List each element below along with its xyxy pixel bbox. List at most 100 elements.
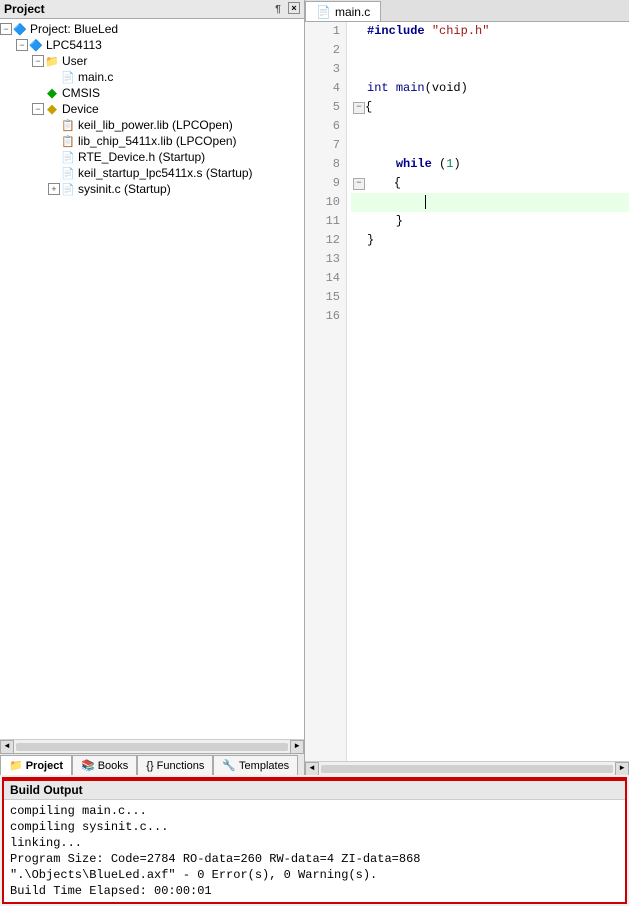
tree-label-rte-device: RTE_Device.h (Startup) <box>78 150 205 164</box>
tree-item-sysinit[interactable]: +📄sysinit.c (Startup) <box>0 181 304 197</box>
tab-label-functions-tab: Functions <box>157 760 205 772</box>
project-tab-templates-tab[interactable]: 🔧Templates <box>213 755 298 775</box>
tree-icon-keil-lib-power: 📋 <box>60 118 76 132</box>
collapse-icon[interactable]: − <box>0 23 12 35</box>
project-header-left: Project <box>4 2 45 16</box>
code-text-5: { <box>365 98 372 117</box>
line-number-9: 9 <box>305 174 340 193</box>
scrollbar-track[interactable] <box>16 743 288 751</box>
tree-icon-main-c: 📄 <box>60 70 76 84</box>
project-tabs: 📁Project📚Books{}Functions🔧Templates <box>0 753 304 775</box>
tree-label-lib-chip: lib_chip_5411x.lib (LPCOpen) <box>78 134 237 148</box>
tree-item-cmsis[interactable]: ◆CMSIS <box>0 85 304 101</box>
project-tab-functions-tab[interactable]: {}Functions <box>137 755 213 775</box>
code-line-8[interactable]: while (1) <box>351 155 629 174</box>
tree-label-sysinit: sysinit.c (Startup) <box>78 182 171 196</box>
code-line-12[interactable]: } <box>351 231 629 250</box>
code-line-7[interactable] <box>351 136 629 155</box>
collapse-icon[interactable]: − <box>16 39 28 51</box>
line-number-7: 7 <box>305 136 340 155</box>
code-line-5[interactable]: −{ <box>351 98 629 117</box>
line-number-16: 16 <box>305 307 340 326</box>
line-number-10: 10 <box>305 193 340 212</box>
code-line-4[interactable]: int main(void) <box>351 79 629 98</box>
tree-item-project-root[interactable]: −🔷Project: BlueLed <box>0 21 304 37</box>
editor-scroll-left[interactable]: ◄ <box>305 762 319 776</box>
code-area[interactable]: #include "chip.h"int main(void)−{ while … <box>347 22 629 761</box>
build-output-wrapper: Build Output compiling main.c...compilin… <box>2 777 627 904</box>
main-area: Project ¶ × −🔷Project: BlueLed−🔷LPC54113… <box>0 0 629 775</box>
tree-icon-rte-device: 📄 <box>60 150 76 164</box>
fold-icon-9[interactable]: − <box>353 178 365 190</box>
code-line-13[interactable] <box>351 250 629 269</box>
tree-item-main-c[interactable]: 📄main.c <box>0 69 304 85</box>
code-line-2[interactable] <box>351 41 629 60</box>
project-panel-header: Project ¶ × <box>0 0 304 19</box>
code-line-3[interactable] <box>351 60 629 79</box>
tree-label-main-c: main.c <box>78 70 113 84</box>
tree-icon-cmsis: ◆ <box>44 86 60 100</box>
tab-label-books-tab: Books <box>98 760 129 772</box>
tree-item-rte-device[interactable]: 📄RTE_Device.h (Startup) <box>0 149 304 165</box>
tree-item-keil-startup[interactable]: 📄keil_startup_lpc5411x.s (Startup) <box>0 165 304 181</box>
code-line-15[interactable] <box>351 288 629 307</box>
build-output-content: compiling main.c...compiling sysinit.c..… <box>4 800 625 902</box>
project-title: Project <box>4 2 45 16</box>
editor-tab-bar: 📄 main.c <box>305 0 629 22</box>
pin-icon[interactable]: ¶ <box>271 2 285 16</box>
scroll-right-arrow[interactable]: ► <box>290 740 304 754</box>
editor-hscrollbar: ◄ ► <box>305 761 629 775</box>
tree-icon-project-root: 🔷 <box>12 22 28 36</box>
tree-item-keil-lib-power[interactable]: 📋keil_lib_power.lib (LPCOpen) <box>0 117 304 133</box>
tree-item-lib-chip[interactable]: 📋lib_chip_5411x.lib (LPCOpen) <box>0 133 304 149</box>
editor-tab-main-c[interactable]: 📄 main.c <box>305 1 381 21</box>
line-number-12: 12 <box>305 231 340 250</box>
line-number-8: 8 <box>305 155 340 174</box>
tree-icon-user: 📁 <box>44 54 60 68</box>
line-number-2: 2 <box>305 41 340 60</box>
code-text-8: while (1) <box>367 155 461 174</box>
tree-icon-lpc54113: 🔷 <box>28 38 44 52</box>
collapse-icon[interactable]: − <box>32 103 44 115</box>
fold-icon-5[interactable]: − <box>353 102 365 114</box>
code-line-1[interactable]: #include "chip.h" <box>351 22 629 41</box>
code-text-12: } <box>367 231 374 250</box>
collapse-icon[interactable]: − <box>32 55 44 67</box>
line-number-13: 13 <box>305 250 340 269</box>
tree-label-cmsis: CMSIS <box>62 86 100 100</box>
project-tree: −🔷Project: BlueLed−🔷LPC54113−📁User📄main.… <box>0 19 304 739</box>
tree-item-lpc54113[interactable]: −🔷LPC54113 <box>0 37 304 53</box>
line-number-15: 15 <box>305 288 340 307</box>
editor-scrollbar-track[interactable] <box>321 765 613 773</box>
scroll-left-arrow[interactable]: ◄ <box>0 740 14 754</box>
line-numbers: 12345678910111213141516 <box>305 22 347 761</box>
tree-label-keil-startup: keil_startup_lpc5411x.s (Startup) <box>78 166 253 180</box>
project-header-icons: ¶ × <box>271 2 300 16</box>
code-line-6[interactable] <box>351 117 629 136</box>
tree-icon-sysinit: 📄 <box>60 182 76 196</box>
project-tab-books-tab[interactable]: 📚Books <box>72 755 137 775</box>
line-number-3: 3 <box>305 60 340 79</box>
tree-item-user[interactable]: −📁User <box>0 53 304 69</box>
tab-icon-project-tab: 📁 <box>9 759 23 772</box>
expand-icon[interactable]: + <box>48 183 60 195</box>
tree-icon-device: ◆ <box>44 102 60 116</box>
build-output-line: ".\Objects\BlueLed.axf" - 0 Error(s), 0 … <box>10 867 619 883</box>
code-line-10[interactable] <box>351 193 629 212</box>
close-icon[interactable]: × <box>288 2 300 14</box>
code-line-9[interactable]: − { <box>351 174 629 193</box>
editor-scroll-right[interactable]: ► <box>615 762 629 776</box>
project-tab-project-tab[interactable]: 📁Project <box>0 755 72 775</box>
code-text-11: } <box>367 212 403 231</box>
code-line-16[interactable] <box>351 307 629 326</box>
tree-icon-keil-startup: 📄 <box>60 166 76 180</box>
build-output: Build Output compiling main.c...compilin… <box>4 779 625 902</box>
code-line-11[interactable]: } <box>351 212 629 231</box>
tree-label-lpc54113: LPC54113 <box>46 38 102 52</box>
tree-label-user: User <box>62 54 87 68</box>
code-line-14[interactable] <box>351 269 629 288</box>
tree-label-device: Device <box>62 102 99 116</box>
editor-tab-icon: 📄 <box>316 5 331 19</box>
code-text-4: int main(void) <box>367 79 468 98</box>
tree-item-device[interactable]: −◆Device <box>0 101 304 117</box>
